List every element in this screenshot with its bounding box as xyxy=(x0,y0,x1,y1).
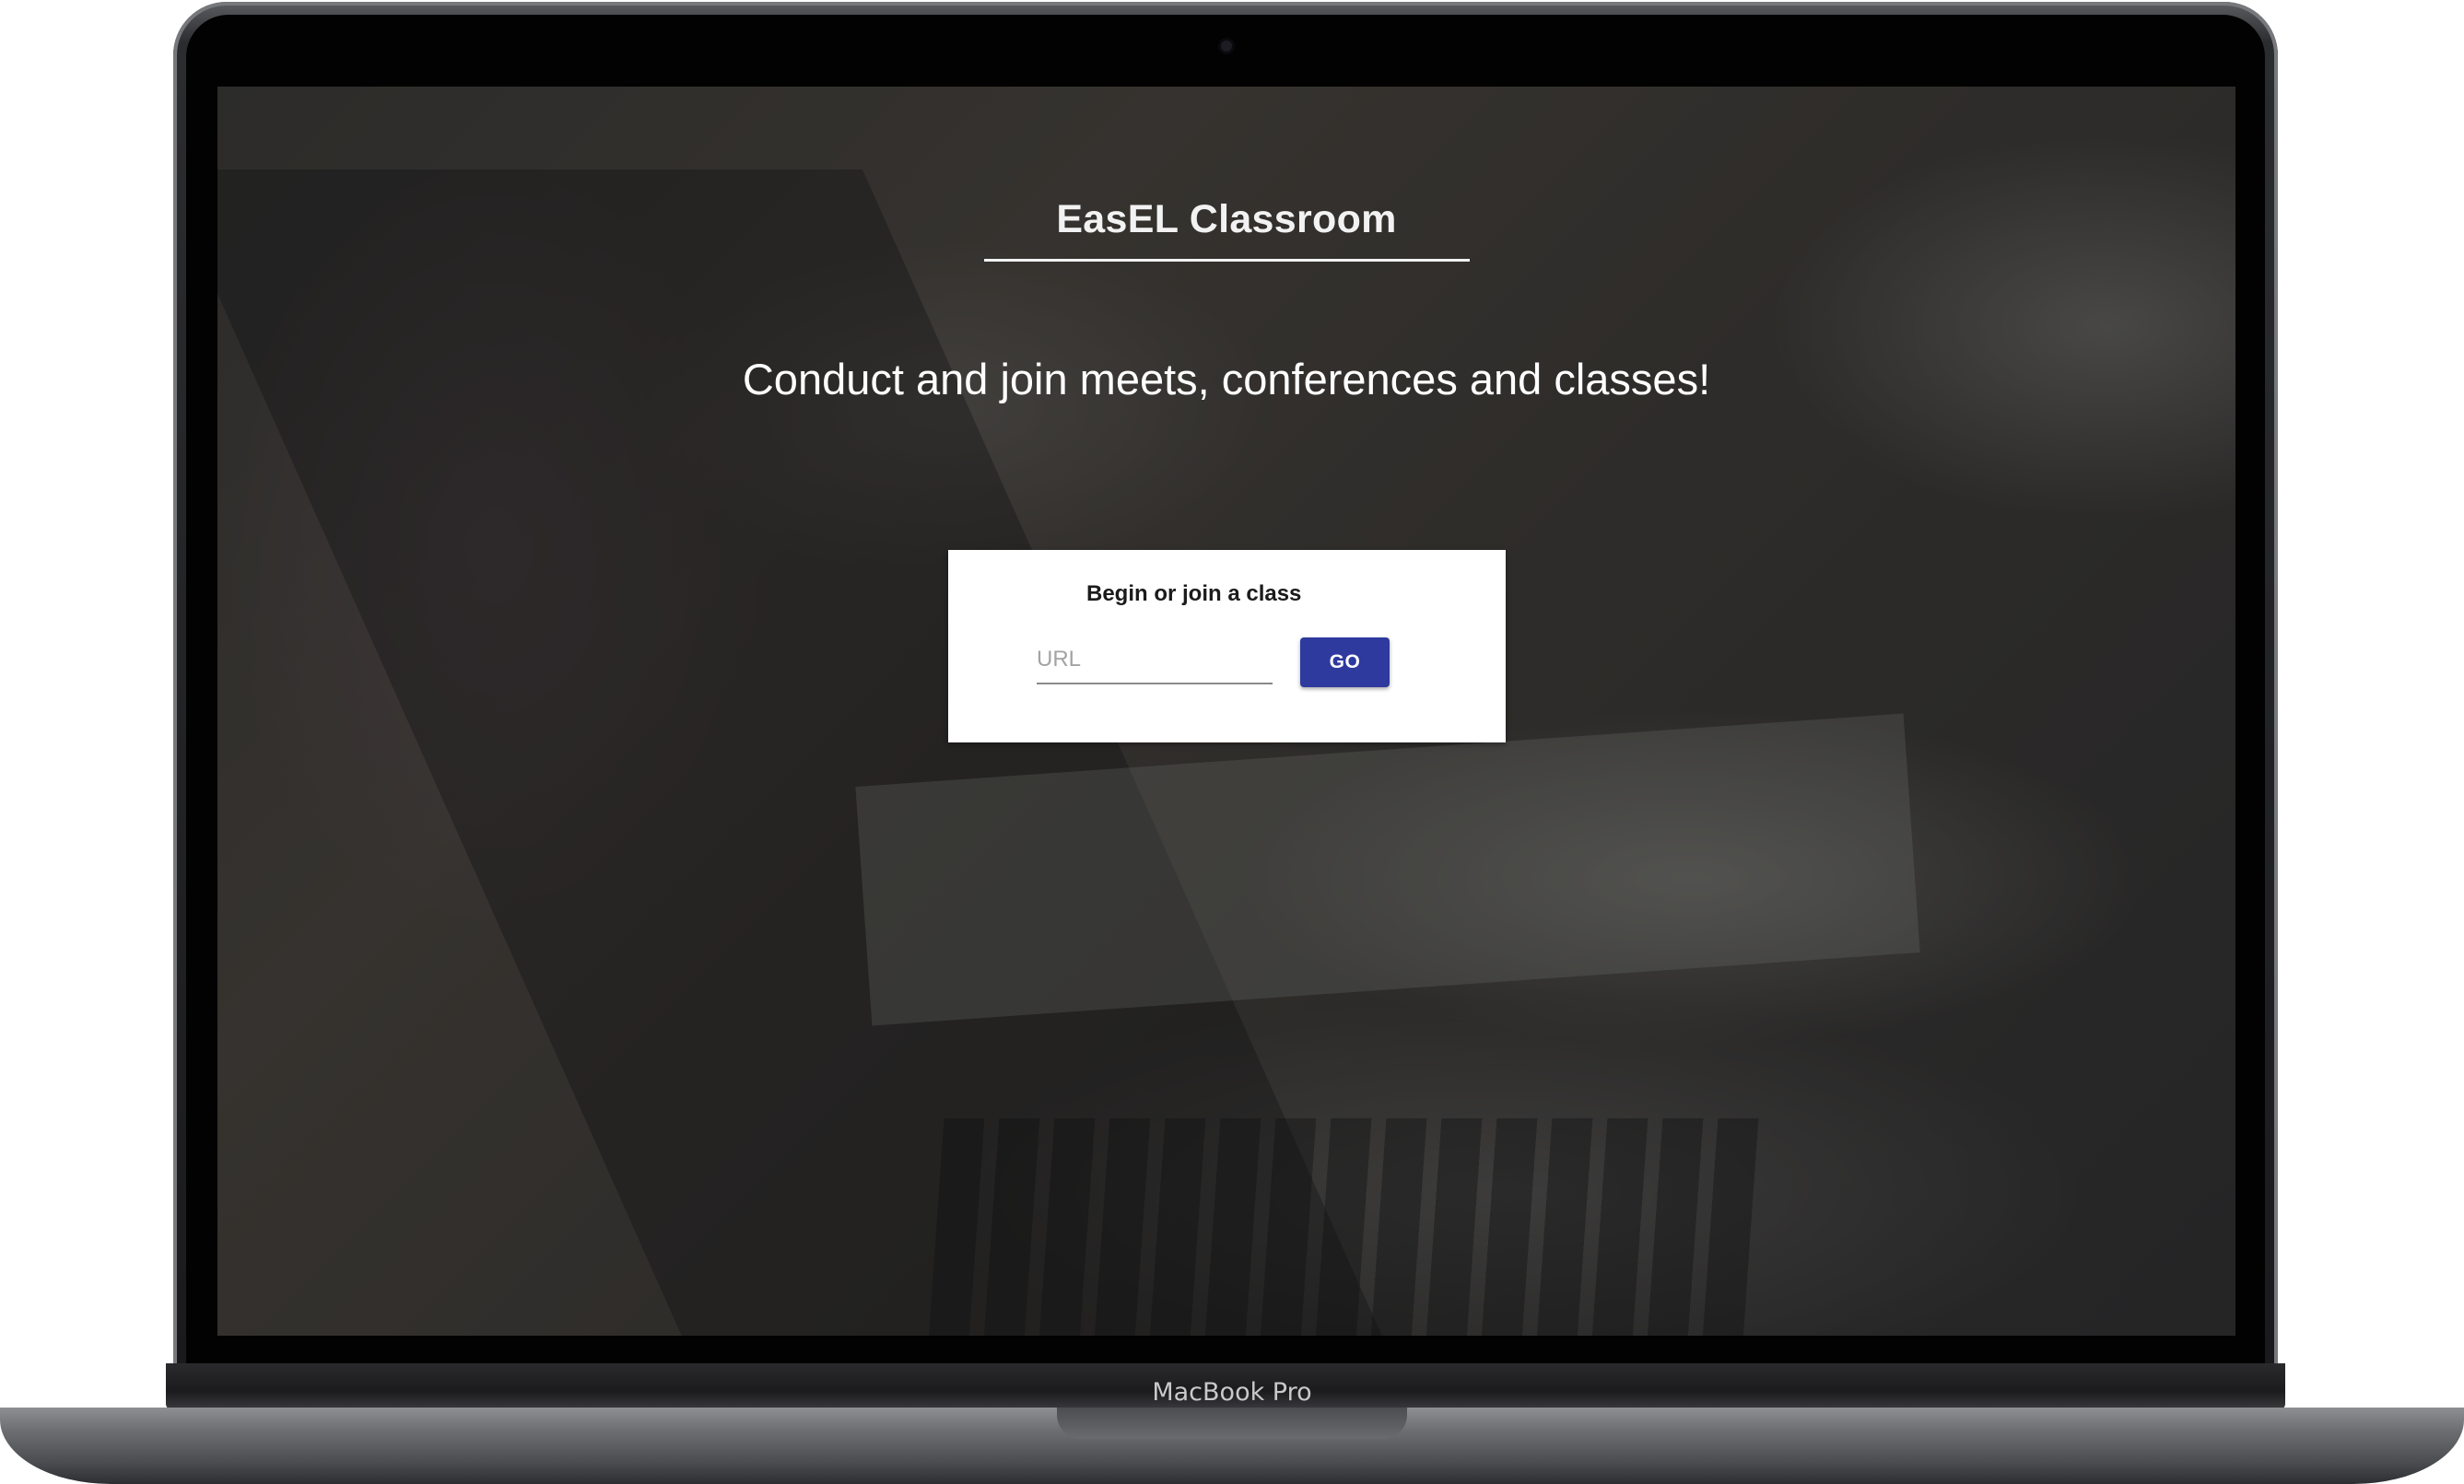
app-screen: EasEL Classroom Conduct and join meets, … xyxy=(217,87,2235,1336)
go-button[interactable]: GO xyxy=(1300,637,1390,687)
camera-icon xyxy=(1221,41,1232,52)
join-class-card: Begin or join a class GO xyxy=(948,550,1506,742)
url-input[interactable] xyxy=(1037,640,1273,684)
device-mockup: EasEL Classroom Conduct and join meets, … xyxy=(0,0,2464,1484)
app-title: EasEL Classroom xyxy=(1056,197,1397,241)
device-model-label: MacBook Pro xyxy=(1152,1378,1312,1407)
tagline: Conduct and join meets, conferences and … xyxy=(742,355,1711,403)
laptop-opening-notch xyxy=(1057,1408,1407,1439)
title-underline xyxy=(984,259,1470,262)
join-card-title: Begin or join a class xyxy=(1086,581,1302,606)
